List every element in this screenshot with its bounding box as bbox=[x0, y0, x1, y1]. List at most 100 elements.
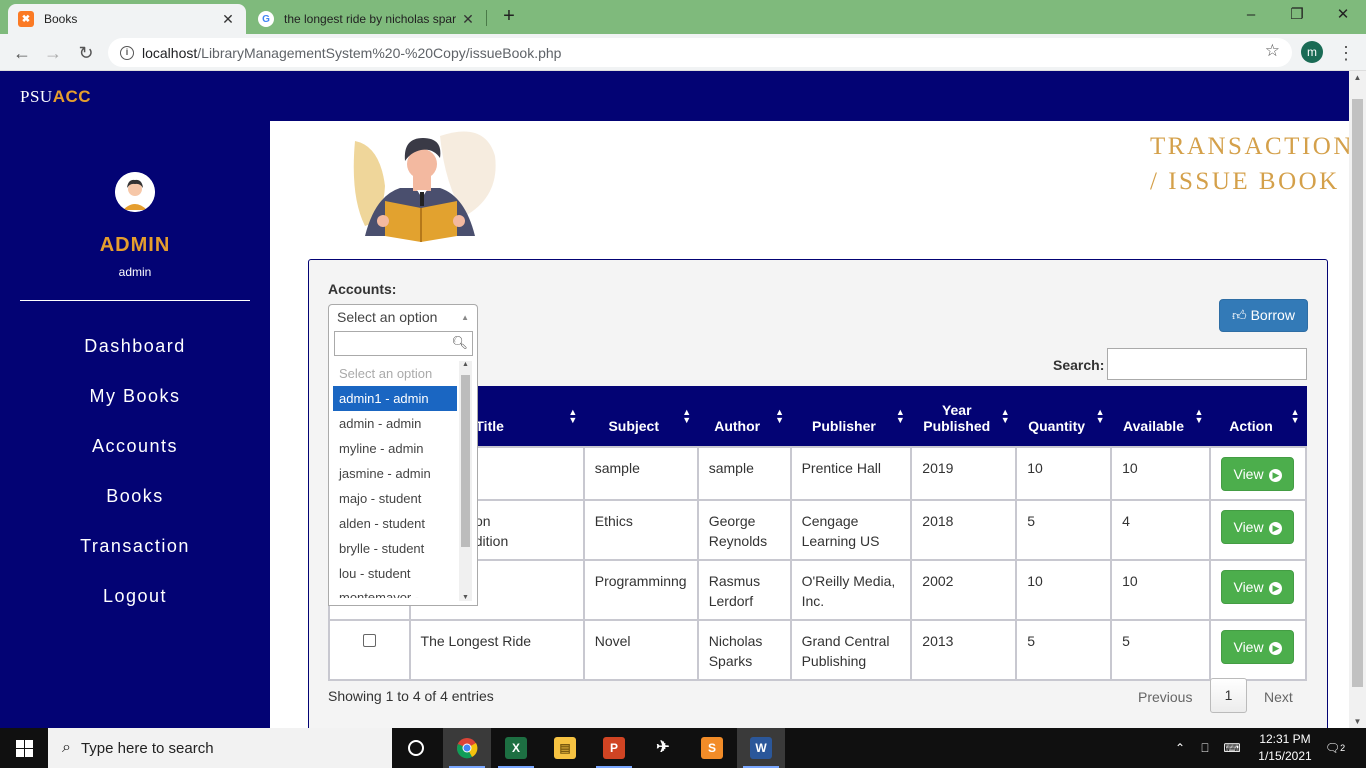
table-row: The Longest Ride Novel Nicholas Sparks G… bbox=[328, 619, 1308, 681]
column-header-label: Quantity bbox=[1028, 418, 1086, 434]
cell-action: View ▶ bbox=[1208, 619, 1308, 681]
row-checkbox[interactable] bbox=[362, 634, 376, 647]
file-explorer-icon[interactable]: ▤ bbox=[541, 728, 589, 768]
sidebar-item-dashboard[interactable]: Dashboard bbox=[0, 336, 270, 357]
page-scrollbar[interactable]: ▲ ▼ bbox=[1349, 71, 1366, 728]
cell-author: George Reynolds bbox=[696, 499, 792, 561]
cell-publisher: O'Reilly Media, Inc. bbox=[789, 559, 913, 621]
page-title-line-1: TRANSACTION bbox=[1150, 133, 1349, 160]
sidebar-divider bbox=[20, 300, 250, 301]
accounts-select[interactable]: Select an option ▲ bbox=[328, 304, 478, 332]
reload-icon[interactable]: ↻ bbox=[73, 40, 99, 66]
sort-icon: ▲ ▼ bbox=[1290, 407, 1300, 425]
sidebar-item-transaction[interactable]: Transaction bbox=[0, 536, 270, 557]
caret-up-icon: ▲ bbox=[461, 313, 469, 322]
column-header-year-published[interactable]: Year Published ▲ ▼ bbox=[911, 386, 1017, 447]
notification-center-icon[interactable]: 🗨︎ 2 bbox=[1322, 728, 1348, 768]
dropdown-option[interactable]: jasmine - admin bbox=[333, 461, 457, 486]
brand-logo[interactable]: PSUACC bbox=[20, 87, 91, 107]
dropdown-option[interactable]: myline - admin bbox=[333, 436, 457, 461]
arrow-circle-right-icon: ▶ bbox=[1269, 641, 1283, 655]
excel-icon[interactable]: X bbox=[492, 728, 540, 768]
window-close-icon[interactable]: ✕ bbox=[1320, 0, 1366, 30]
dropdown-option[interactable]: alden - student bbox=[333, 511, 457, 536]
borrow-button-label: Borrow bbox=[1250, 307, 1295, 323]
word-icon[interactable]: W bbox=[737, 728, 785, 768]
column-header-label: Action bbox=[1229, 418, 1273, 434]
scroll-up-icon[interactable]: ▲ bbox=[1349, 73, 1366, 82]
dropdown-option[interactable]: admin - admin bbox=[333, 411, 457, 436]
page-scroll-thumb[interactable] bbox=[1352, 99, 1363, 687]
column-header-available[interactable]: Available ▲ ▼ bbox=[1111, 386, 1211, 447]
forward-icon[interactable]: → bbox=[40, 40, 66, 66]
close-icon[interactable]: ✕ bbox=[460, 11, 476, 28]
show-hidden-icons-icon[interactable]: ⌃ bbox=[1170, 728, 1190, 768]
sort-icon: ▲ ▼ bbox=[1095, 407, 1105, 425]
accounts-label: Accounts: bbox=[328, 281, 397, 297]
cell-available: 5 bbox=[1110, 619, 1211, 681]
dropdown-scroll-thumb[interactable] bbox=[461, 375, 470, 547]
borrow-button[interactable]: 👍︎ Borrow bbox=[1219, 299, 1308, 332]
scroll-down-icon[interactable]: ▼ bbox=[1349, 717, 1366, 726]
taskbar-search[interactable]: ⌕ Type here to search bbox=[48, 728, 392, 768]
sidebar-item-my-books[interactable]: My Books bbox=[0, 386, 270, 407]
dropdown-option[interactable]: montemayor - bbox=[333, 586, 457, 598]
pagination-next[interactable]: Next bbox=[1264, 689, 1293, 705]
view-button[interactable]: View ▶ bbox=[1221, 457, 1295, 491]
back-icon[interactable]: ← bbox=[9, 40, 35, 66]
column-header-publisher[interactable]: Publisher ▲ ▼ bbox=[790, 386, 912, 447]
bookmark-star-icon[interactable]: ☆ bbox=[1265, 41, 1280, 61]
minimize-icon[interactable]: – bbox=[1228, 0, 1274, 30]
windows-start-icon[interactable] bbox=[0, 728, 48, 768]
accounts-dropdown: 🔍︎ Select an option admin1 - admin admin… bbox=[328, 331, 478, 606]
column-header-label: Year Published bbox=[923, 402, 991, 434]
column-header-subject[interactable]: Subject ▲ ▼ bbox=[583, 386, 699, 447]
sidebar-item-books[interactable]: Books bbox=[0, 486, 270, 507]
sublime-text-icon[interactable]: S bbox=[688, 728, 736, 768]
scroll-down-icon[interactable]: ▼ bbox=[459, 594, 472, 601]
close-icon[interactable]: ✕ bbox=[220, 11, 236, 28]
dropdown-option[interactable]: brylle - student bbox=[333, 536, 457, 561]
powerpoint-icon[interactable]: P bbox=[590, 728, 638, 768]
pagination-page-1[interactable]: 1 bbox=[1210, 678, 1247, 713]
profile-avatar[interactable]: m bbox=[1301, 41, 1323, 63]
dropdown-option[interactable]: lou - student bbox=[333, 561, 457, 586]
tab-google-search[interactable]: G the longest ride by nicholas spar ✕ bbox=[248, 4, 486, 34]
arrow-circle-right-icon: ▶ bbox=[1269, 581, 1283, 595]
info-icon[interactable]: i bbox=[120, 45, 134, 60]
sidebar-item-logout[interactable]: Logout bbox=[0, 586, 270, 607]
dropdown-scrollbar[interactable]: ▲ ▼ bbox=[459, 361, 472, 601]
column-header-quantity[interactable]: Quantity ▲ ▼ bbox=[1016, 386, 1112, 447]
new-tab-icon[interactable]: + bbox=[496, 5, 522, 29]
cell-year: 2018 bbox=[910, 499, 1018, 561]
app-bird-icon[interactable]: ✈ bbox=[639, 728, 687, 768]
search-input[interactable] bbox=[1107, 348, 1307, 380]
scroll-up-icon[interactable]: ▲ bbox=[459, 361, 472, 368]
cell-quantity: 10 bbox=[1015, 446, 1113, 501]
network-icon[interactable]: ⎕ bbox=[1194, 728, 1216, 768]
column-header-label: Available bbox=[1123, 418, 1184, 434]
view-button[interactable]: View ▶ bbox=[1221, 630, 1295, 664]
chrome-icon[interactable] bbox=[443, 728, 491, 768]
dropdown-option[interactable]: majo - student bbox=[333, 486, 457, 511]
sidebar-item-accounts[interactable]: Accounts bbox=[0, 436, 270, 457]
dropdown-search-input[interactable]: 🔍︎ bbox=[334, 331, 473, 356]
column-header-author[interactable]: Author ▲ ▼ bbox=[697, 386, 792, 447]
browser-toolbar: ← → ↻ i localhost/LibraryManagementSyste… bbox=[0, 34, 1366, 71]
more-menu-icon[interactable]: ⋮ bbox=[1336, 40, 1356, 66]
view-button[interactable]: View ▶ bbox=[1221, 510, 1295, 544]
tab-books[interactable]: ✖ Books ✕ bbox=[8, 4, 246, 34]
taskbar-clock[interactable]: 12:31 PM 1/15/2021 bbox=[1250, 731, 1320, 765]
view-button[interactable]: View ▶ bbox=[1221, 570, 1295, 604]
column-header-action[interactable]: Action ▲ ▼ bbox=[1209, 386, 1307, 447]
restore-icon[interactable]: ❐ bbox=[1274, 0, 1320, 30]
pagination-previous[interactable]: Previous bbox=[1138, 689, 1192, 705]
url-text: localhost/LibraryManagementSystem%20-%20… bbox=[142, 44, 562, 61]
address-bar[interactable]: i localhost/LibraryManagementSystem%20-%… bbox=[108, 38, 1292, 67]
dropdown-option[interactable]: admin1 - admin bbox=[333, 386, 457, 411]
cell-action: View ▶ bbox=[1208, 559, 1308, 621]
tab-title: the longest ride by nicholas spar bbox=[284, 12, 457, 26]
view-button-label: View bbox=[1233, 579, 1264, 595]
keyboard-icon[interactable]: ⌨ bbox=[1220, 728, 1244, 768]
cortana-icon[interactable] bbox=[392, 728, 440, 768]
